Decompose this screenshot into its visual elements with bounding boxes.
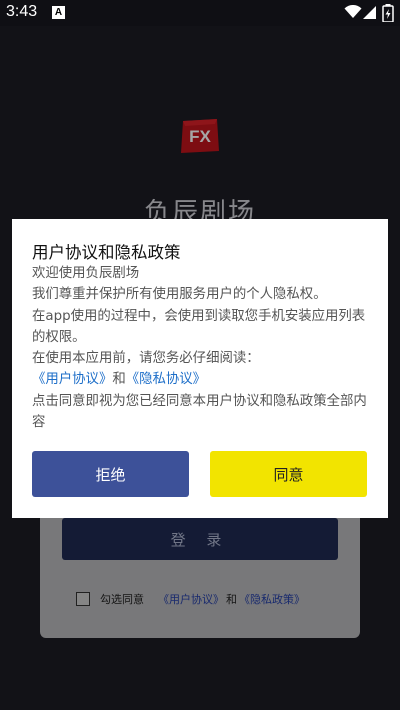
notification-icon: A <box>52 6 65 19</box>
reject-button[interactable]: 拒绝 <box>32 451 189 497</box>
dialog-line-read: 在使用本应用前，请您务必仔细阅读： <box>32 351 260 367</box>
agree-button[interactable]: 同意 <box>210 451 367 497</box>
wifi-icon <box>344 5 362 18</box>
battery-charging-icon <box>382 4 394 22</box>
signal-icon <box>363 6 376 19</box>
dialog-line-privacy: 我们尊重并保护所有使用服务用户的个人隐私权。 <box>32 287 327 303</box>
dialog-user-agreement-link[interactable]: 《用户协议》 <box>32 372 112 387</box>
dialog-privacy-link[interactable]: 《隐私协议》 <box>126 372 206 387</box>
dialog-body: 欢迎使用负辰剧场 我们尊重并保护所有使用服务用户的个人隐私权。 在app使用的过… <box>32 263 372 433</box>
dialog-title: 用户协议和隐私政策 <box>32 243 181 262</box>
status-bar: 3:43 A <box>0 0 400 26</box>
dialog-links-line: 《用户协议》和《隐私协议》 <box>32 369 372 390</box>
dialog-closing: 点击同意即视为您已经同意本用户协议和隐私政策全部内容 <box>32 393 367 431</box>
dialog-line-welcome: 欢迎使用负辰剧场 <box>32 266 140 281</box>
dialog-and-label: 和 <box>112 372 126 388</box>
privacy-dialog: 用户协议和隐私政策 欢迎使用负辰剧场 我们尊重并保护所有使用服务用户的个人隐私权… <box>12 219 388 518</box>
dialog-line-permission: 在app使用的过程中，会使用到读取您手机安装应用列表的权限。 <box>32 308 366 345</box>
status-time: 3:43 <box>6 3 38 20</box>
